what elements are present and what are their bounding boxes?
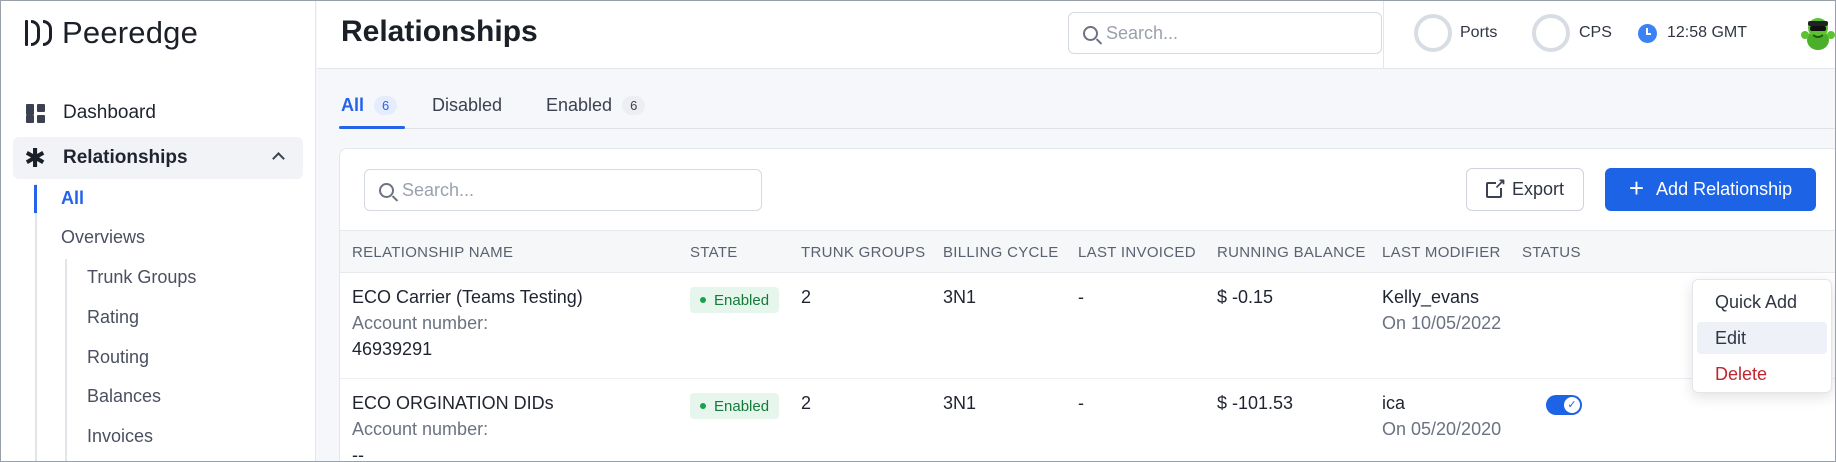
sidebar-item-label: Dashboard bbox=[63, 102, 156, 123]
divider bbox=[1383, 1, 1384, 69]
external-link-icon bbox=[1485, 175, 1506, 198]
sidebar: Peeredge Dashboard ✱ Relationships All O… bbox=[1, 1, 316, 461]
dashboard-icon bbox=[25, 103, 45, 123]
status-dot-icon bbox=[700, 403, 706, 409]
sidebar-subitem-overviews[interactable]: Overviews bbox=[61, 227, 145, 248]
ports-label: Ports bbox=[1460, 24, 1498, 41]
status-toggle[interactable] bbox=[1546, 395, 1582, 415]
last-invoiced-value: - bbox=[1078, 393, 1084, 413]
billing-cycle-value: 3N1 bbox=[943, 393, 977, 413]
trunk-groups-value: 2 bbox=[801, 287, 812, 307]
column-header[interactable]: STATUS bbox=[1522, 244, 1581, 261]
top-header: Relationships Ports CPS 12:58 GMT bbox=[317, 1, 1835, 69]
sidebar-item-label: Relationships bbox=[63, 147, 188, 168]
row-actions-menu: Quick Add Edit Delete bbox=[1692, 279, 1832, 393]
logo-text: Peeredge bbox=[62, 15, 199, 50]
tab-count-badge: 6 bbox=[622, 96, 646, 115]
trunk-groups-value: 2 bbox=[801, 393, 812, 413]
add-relationship-button[interactable]: + Add Relationship bbox=[1605, 168, 1816, 211]
tab-disabled[interactable]: Disabled bbox=[432, 95, 502, 116]
column-header[interactable]: RELATIONSHIP NAME bbox=[352, 244, 513, 261]
status-badge: Enabled bbox=[690, 287, 780, 313]
column-header[interactable]: LAST MODIFIER bbox=[1382, 244, 1501, 261]
export-button[interactable]: Export bbox=[1466, 168, 1584, 211]
running-balance-value: $ -0.15 bbox=[1217, 287, 1274, 307]
tab-count-badge: 6 bbox=[374, 96, 398, 115]
sidebar-subitem-invoices[interactable]: Invoices bbox=[87, 426, 153, 447]
global-search-input[interactable] bbox=[1106, 22, 1346, 44]
account-label: Account number: bbox=[352, 419, 489, 439]
account-number: 46939291 bbox=[352, 339, 433, 359]
status-dot-icon bbox=[700, 297, 706, 303]
export-label: Export bbox=[1511, 179, 1565, 199]
table-search-input[interactable] bbox=[402, 179, 642, 201]
filter-tabs: All 6 Disabled Enabled 6 bbox=[317, 69, 1835, 129]
sidebar-subitem-routing[interactable]: Routing bbox=[87, 347, 149, 368]
global-search[interactable] bbox=[1068, 12, 1382, 54]
tab-all[interactable]: All 6 bbox=[341, 95, 398, 116]
last-invoiced-value: - bbox=[1078, 287, 1084, 307]
submenu-guide-line bbox=[35, 184, 37, 461]
state-label: Enabled bbox=[714, 397, 770, 415]
current-time: 12:58 GMT bbox=[1667, 24, 1748, 41]
avatar[interactable] bbox=[1798, 13, 1835, 53]
add-relationship-label: Add Relationship bbox=[1656, 179, 1793, 199]
ports-gauge-icon bbox=[1414, 14, 1452, 52]
clock-icon bbox=[1638, 24, 1657, 43]
active-tab-underline bbox=[339, 126, 405, 129]
sidebar-subitem-rating[interactable]: Rating bbox=[87, 307, 139, 328]
avatar-mascot-icon bbox=[1798, 13, 1835, 53]
column-header[interactable]: RUNNING BALANCE bbox=[1217, 244, 1366, 261]
relationship-name[interactable]: ECO Carrier (Teams Testing) bbox=[352, 287, 583, 308]
tab-label: Enabled bbox=[546, 95, 613, 115]
table-header: RELATIONSHIP NAME STATE TRUNK GROUPS BIL… bbox=[340, 230, 1835, 273]
status-badge: Enabled bbox=[690, 393, 780, 419]
running-balance-value: $ -101.53 bbox=[1217, 393, 1294, 413]
peeredge-logo-icon bbox=[25, 20, 52, 46]
tab-label: Disabled bbox=[432, 95, 503, 115]
state-label: Enabled bbox=[714, 291, 770, 309]
table-row[interactable]: ECO ORGINATION DIDs Account number: -- E… bbox=[340, 379, 1835, 462]
last-modifier-value: Kelly_evans bbox=[1382, 287, 1480, 307]
table-search[interactable] bbox=[364, 169, 762, 211]
logo[interactable]: Peeredge bbox=[25, 15, 198, 51]
tabs-divider bbox=[339, 128, 1835, 129]
column-header[interactable]: STATE bbox=[690, 244, 738, 261]
column-header[interactable]: TRUNK GROUPS bbox=[801, 244, 925, 261]
plus-icon: + bbox=[1628, 173, 1645, 203]
cps-gauge-icon bbox=[1532, 14, 1570, 52]
asterisk-icon: ✱ bbox=[24, 142, 46, 173]
search-icon bbox=[379, 182, 394, 198]
tab-label: All bbox=[341, 95, 365, 115]
sidebar-item-relationships[interactable]: ✱ Relationships bbox=[13, 137, 303, 179]
column-header[interactable]: LAST INVOICED bbox=[1078, 244, 1196, 261]
account-number: -- bbox=[352, 445, 364, 462]
sidebar-subitem-balances[interactable]: Balances bbox=[87, 386, 161, 407]
menu-item-edit[interactable]: Edit bbox=[1697, 322, 1827, 354]
menu-item-quick-add[interactable]: Quick Add bbox=[1697, 286, 1827, 318]
account-label: Account number: bbox=[352, 313, 489, 333]
cps-label: CPS bbox=[1579, 24, 1612, 41]
app-window: Peeredge Dashboard ✱ Relationships All O… bbox=[0, 0, 1836, 462]
billing-cycle-value: 3N1 bbox=[943, 287, 977, 307]
modified-date: On 10/05/2022 bbox=[1382, 313, 1502, 333]
submenu-guide-line bbox=[65, 259, 67, 461]
modified-date: On 05/20/2020 bbox=[1382, 419, 1502, 439]
tab-enabled[interactable]: Enabled 6 bbox=[546, 95, 646, 116]
page-title: Relationships bbox=[341, 15, 538, 48]
column-header[interactable]: BILLING CYCLE bbox=[943, 244, 1059, 261]
chevron-up-icon[interactable] bbox=[272, 152, 285, 165]
sidebar-subitem-trunk-groups[interactable]: Trunk Groups bbox=[87, 267, 196, 288]
menu-item-delete[interactable]: Delete bbox=[1697, 358, 1827, 390]
sidebar-item-dashboard[interactable]: Dashboard bbox=[13, 92, 303, 134]
relationships-card: Export + Add Relationship RELATIONSHIP N… bbox=[339, 148, 1835, 462]
search-icon bbox=[1083, 25, 1098, 41]
active-indicator bbox=[34, 185, 37, 213]
table-row[interactable]: ECO Carrier (Teams Testing) Account numb… bbox=[340, 273, 1835, 379]
sidebar-subitem-all[interactable]: All bbox=[61, 188, 84, 209]
relationship-name[interactable]: ECO ORGINATION DIDs bbox=[352, 393, 554, 414]
last-modifier-value: ica bbox=[1382, 393, 1406, 413]
